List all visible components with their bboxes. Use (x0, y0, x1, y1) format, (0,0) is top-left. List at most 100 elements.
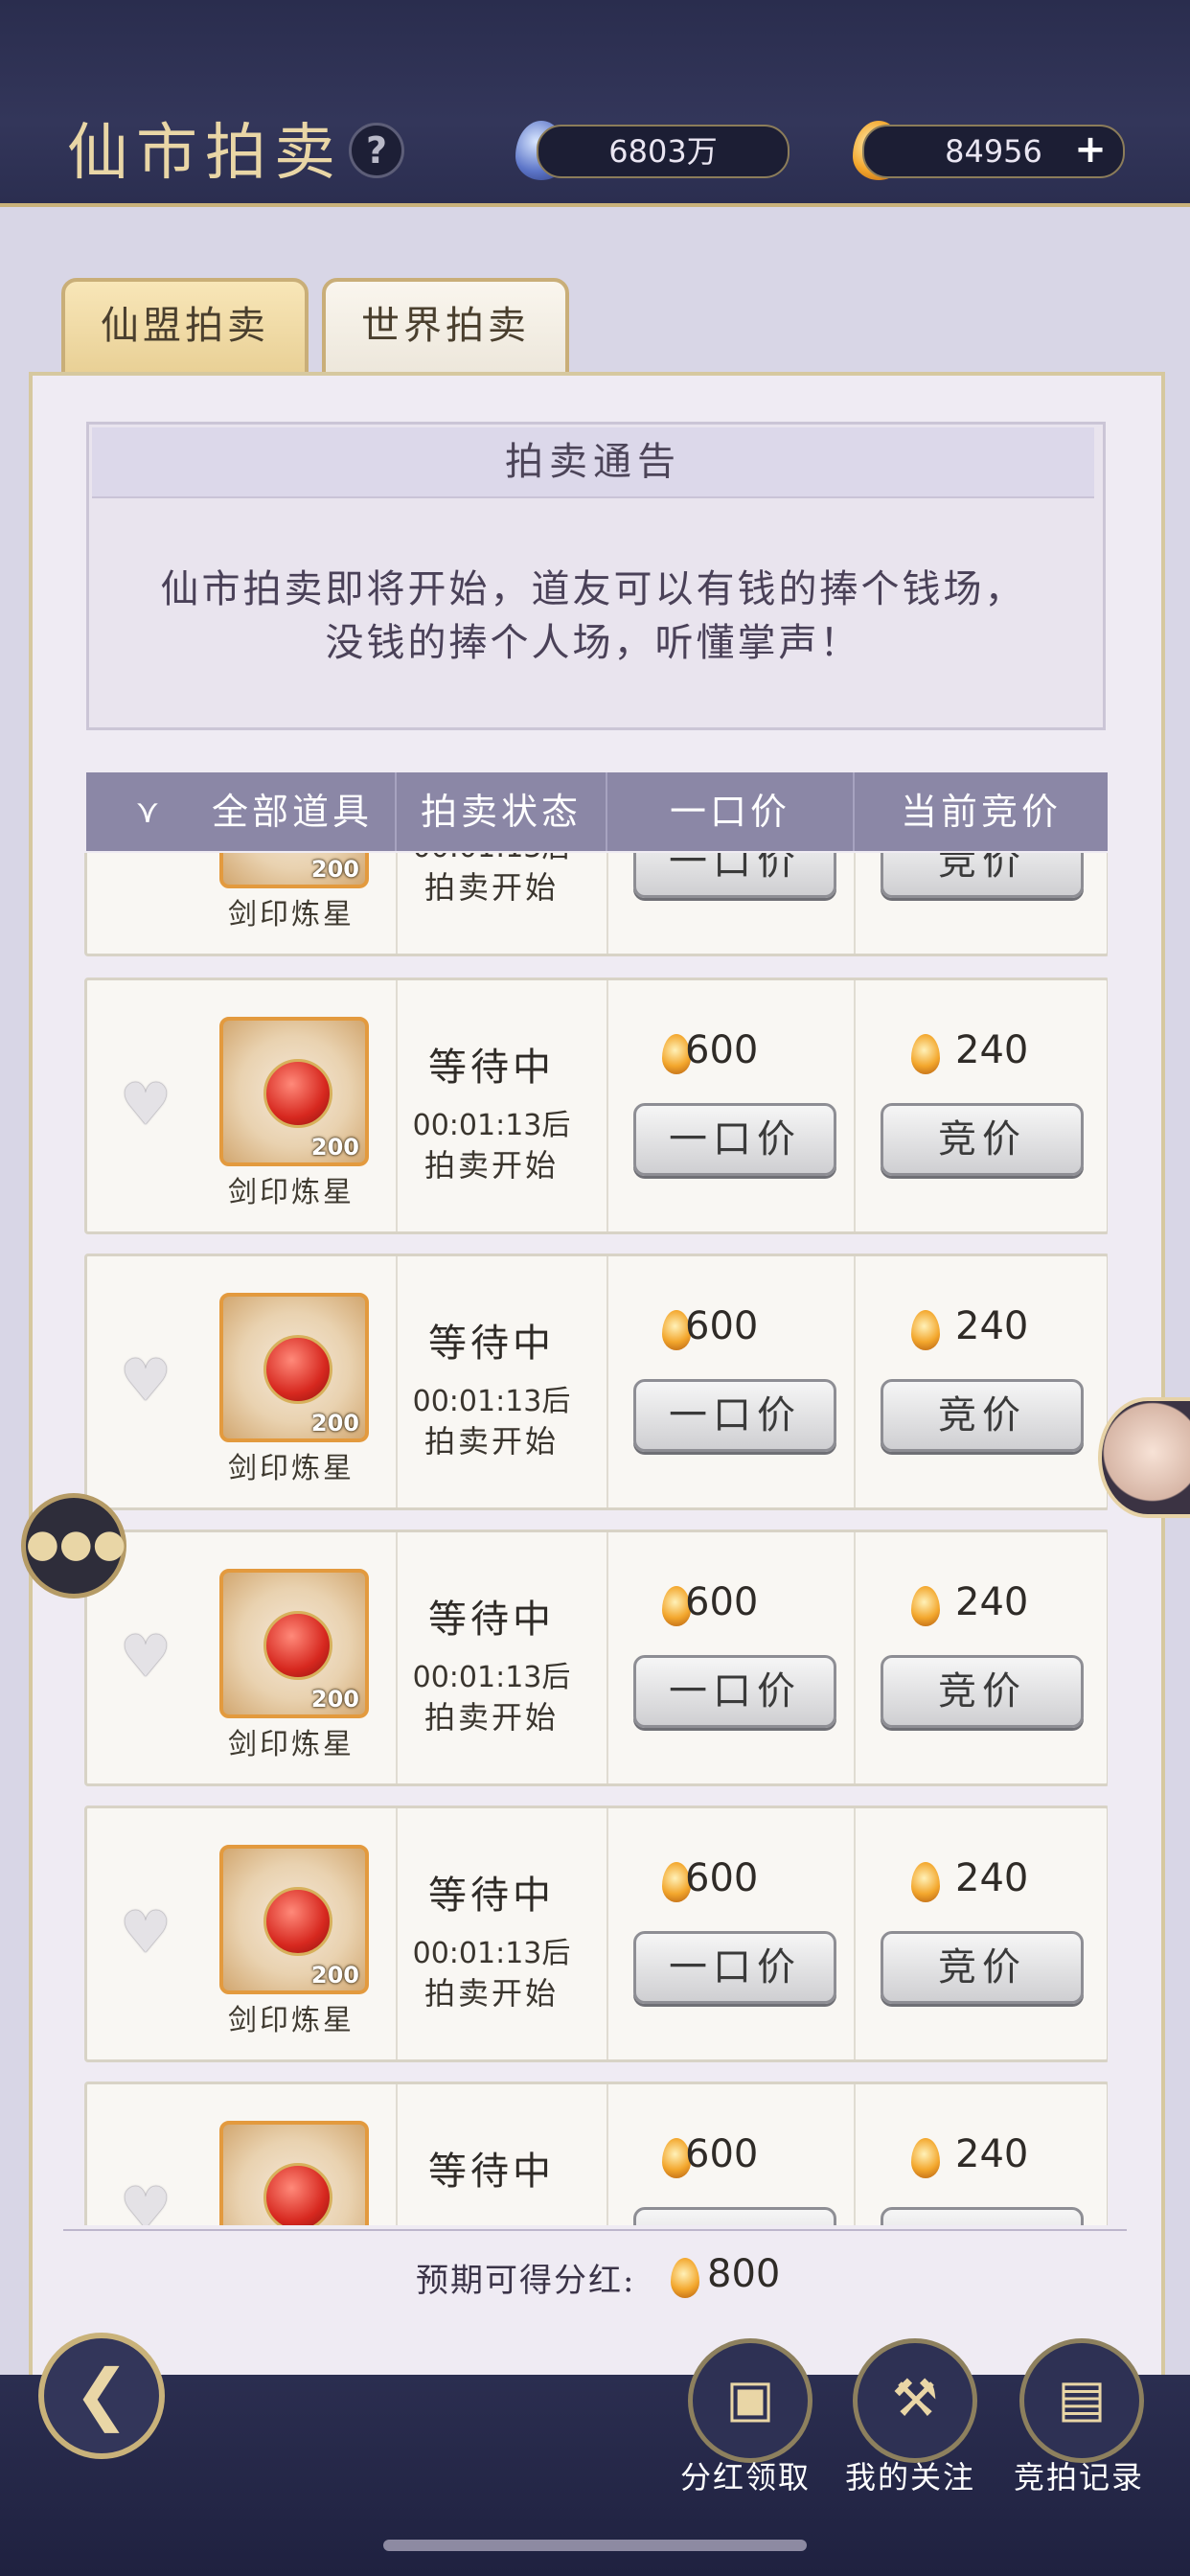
auction-start-label: 拍卖开始 (423, 869, 559, 906)
column-current-bid: 当前竞价 (900, 791, 1062, 833)
item-icon[interactable] (219, 2121, 369, 2225)
sword-seal-orb-icon (263, 2163, 332, 2225)
buyout-price: 600 (685, 1580, 759, 1624)
notice-line-2: 没钱的捧个人场，听懂掌声！ (325, 621, 861, 665)
auction-status: 等待中 (428, 1322, 555, 1366)
gold-flame-icon (911, 1034, 940, 1074)
item-count: 200 (310, 1134, 359, 1161)
favorite-heart-icon[interactable]: ♥ (120, 1628, 172, 1686)
column-divider (606, 980, 608, 1231)
column-divider (854, 1256, 856, 1507)
gold-flame-icon (911, 1862, 940, 1902)
column-divider (606, 1256, 608, 1507)
back-arrow-icon[interactable]: ❮ (38, 2333, 165, 2459)
favorite-heart-icon[interactable]: ♥ (120, 1076, 172, 1134)
bid-price: 240 (955, 1856, 1029, 1900)
item-count: 200 (310, 1410, 359, 1437)
auction-row: ♥ 200 剑印炼星 等待中 00:01:13后 拍卖开始 600 一口价 24… (84, 978, 1108, 1234)
buyout-button[interactable]: 一口价 (633, 1655, 836, 1728)
home-indicator (383, 2540, 807, 2551)
item-icon[interactable]: 200 (219, 1293, 369, 1442)
item-icon[interactable]: 200 (219, 1569, 369, 1718)
bid-price: 240 (955, 1304, 1029, 1348)
item-icon[interactable]: 200 (219, 853, 369, 888)
item-count: 200 (310, 856, 359, 883)
column-divider (606, 2084, 608, 2225)
item-count: 200 (310, 1686, 359, 1713)
item-icon[interactable]: 200 (219, 1017, 369, 1166)
column-divider (854, 1532, 856, 1783)
nav-dividend-claim[interactable]: 分红领取 (659, 2453, 832, 2497)
dividend-value: 800 (707, 2252, 781, 2296)
item-name: 剑印炼星 (228, 1452, 355, 1485)
page-title: 仙市拍卖 (67, 118, 343, 189)
column-status: 拍卖状态 (420, 791, 582, 833)
nav-bid-records[interactable]: 竞拍记录 (993, 2453, 1165, 2497)
item-name: 剑印炼星 (228, 2004, 355, 2037)
filter-wings-icon[interactable]: ⋎ (119, 795, 176, 828)
auction-timer: 00:01:13后 (412, 1661, 571, 1694)
notice-line-1: 仙市拍卖即将开始，道友可以有钱的捧个钱场， (160, 567, 1026, 611)
auction-row: ♥ 200 剑印炼星 等待中 00:01:13后 拍卖开始 600 一口价 24… (84, 1530, 1108, 1786)
bid-price: 240 (955, 2132, 1029, 2176)
favorite-heart-icon[interactable]: ♥ (120, 2180, 172, 2225)
auction-start-label: 拍卖开始 (423, 1423, 559, 1460)
auction-list[interactable]: ♥ 200 剑印炼星 等待中 00:01:13后 拍卖开始 600 一口价 24… (84, 853, 1108, 2225)
character-avatar[interactable] (1098, 1397, 1190, 1518)
nav-my-follows[interactable]: 我的关注 (824, 2453, 996, 2497)
tab-alliance-auction[interactable]: 仙盟拍卖 (61, 278, 309, 381)
auction-row: ♥ 200 剑印炼星 等待中 00:01:13后 拍卖开始 600 一口价 24… (84, 853, 1108, 956)
dividend-label: 预期可得分红: (416, 2262, 636, 2300)
column-divider (854, 2084, 856, 2225)
sword-seal-orb-icon (263, 1611, 332, 1680)
item-name: 剑印炼星 (228, 1176, 355, 1209)
auction-row: ♥ 200 剑印炼星 等待中 00:01:13后 拍卖开始 600 一口价 24… (84, 1254, 1108, 1510)
sword-seal-orb-icon (263, 1887, 332, 1956)
buyout-button[interactable]: 一口价 (633, 853, 836, 898)
bid-button[interactable]: 竞价 (881, 1379, 1084, 1452)
buyout-button[interactable]: 一口价 (633, 1103, 836, 1176)
records-icon[interactable]: ▤ (1019, 2338, 1144, 2463)
add-currency-button[interactable]: + (1073, 130, 1108, 169)
chat-bubble-icon[interactable]: ●●● (21, 1493, 126, 1598)
favorite-heart-icon[interactable]: ♥ (120, 1352, 172, 1410)
column-divider (854, 853, 856, 954)
chest-icon[interactable]: ▣ (688, 2338, 812, 2463)
buyout-price: 600 (685, 1028, 759, 1072)
bid-button[interactable]: 竞价 (881, 1103, 1084, 1176)
hammer-icon[interactable]: ⚒ (853, 2338, 977, 2463)
help-icon[interactable]: ? (349, 123, 404, 178)
auction-row: ♥ 等待中 600 240 (84, 2082, 1108, 2225)
item-name: 剑印炼星 (228, 898, 355, 932)
auction-row: ♥ 200 剑印炼星 等待中 00:01:13后 拍卖开始 600 一口价 24… (84, 1806, 1108, 2062)
bid-button[interactable] (881, 2207, 1084, 2225)
auction-start-label: 拍卖开始 (423, 1147, 559, 1184)
item-name: 剑印炼星 (228, 1728, 355, 1761)
buyout-price: 600 (685, 1856, 759, 1900)
item-icon[interactable]: 200 (219, 1845, 369, 1994)
buyout-price: 600 (685, 2132, 759, 2176)
buyout-button[interactable]: 一口价 (633, 1931, 836, 2004)
auction-start-label: 拍卖开始 (423, 1699, 559, 1736)
favorite-heart-icon[interactable]: ♥ (120, 853, 172, 856)
footer-divider (63, 2229, 1127, 2231)
auction-status: 等待中 (428, 1874, 555, 1918)
tab-world-auction[interactable]: 世界拍卖 (322, 278, 569, 381)
gold-flame-icon (911, 1586, 940, 1626)
column-divider (854, 1808, 856, 2059)
bid-price: 240 (955, 1028, 1029, 1072)
bid-price: 240 (955, 1580, 1029, 1624)
item-count: 200 (310, 1962, 359, 1989)
bid-button[interactable]: 竞价 (881, 1655, 1084, 1728)
gold-flame-icon (911, 1310, 940, 1350)
bid-button[interactable]: 竞价 (881, 853, 1084, 898)
column-divider (606, 853, 608, 954)
bid-button[interactable]: 竞价 (881, 1931, 1084, 2004)
auction-timer: 00:01:13后 (412, 1109, 571, 1142)
column-divider (606, 1532, 608, 1783)
column-all-items[interactable]: 全部道具 (192, 772, 393, 851)
buyout-button[interactable] (633, 2207, 836, 2225)
favorite-heart-icon[interactable]: ♥ (120, 1904, 172, 1962)
gold-flame-icon (911, 2138, 940, 2178)
buyout-button[interactable]: 一口价 (633, 1379, 836, 1452)
